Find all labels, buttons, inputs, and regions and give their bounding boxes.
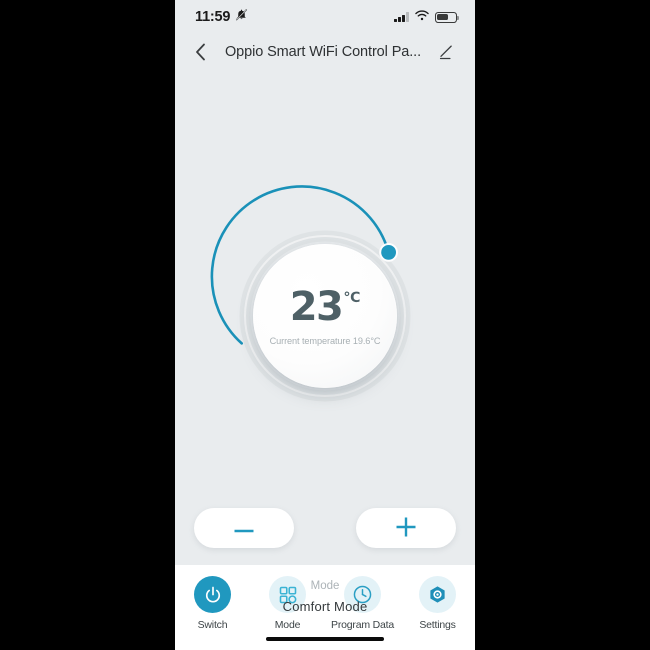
mode-label: Mode: [310, 580, 340, 592]
pencil-edit-icon: [439, 44, 452, 59]
mode-value[interactable]: Comfort Mode: [175, 599, 475, 614]
plus-icon: [395, 516, 417, 541]
target-temperature-unit: ℃: [343, 288, 361, 305]
temperature-stepper: [175, 508, 475, 548]
cellular-signal-icon: [394, 12, 409, 22]
target-temperature-value: 23: [289, 283, 344, 330]
tab-label-mode: Mode: [274, 619, 301, 631]
bell-slash-icon: [235, 8, 248, 26]
decrease-temperature-button[interactable]: [194, 508, 294, 548]
temperature-dial[interactable]: 23 ℃ Current temperature 19.6°C: [210, 185, 423, 414]
status-bar-clock: 11:59: [195, 9, 231, 25]
edit-button[interactable]: [433, 39, 459, 65]
home-indicator-bar[interactable]: [266, 637, 384, 641]
status-bar: 11:59: [175, 0, 475, 34]
page-title: Oppio Smart WiFi Control Pa...: [224, 44, 422, 60]
back-button[interactable]: [187, 39, 213, 65]
wifi-icon: [415, 8, 429, 26]
dial-knob-handle[interactable]: [379, 243, 398, 262]
status-bar-right: [394, 8, 459, 26]
header-bar: Oppio Smart WiFi Control Pa...: [175, 34, 475, 70]
target-temperature-display: 23 ℃: [290, 287, 361, 327]
screenshot-frame: 11:59 Oppio Smart WiFi Control Pa... 23 …: [0, 0, 650, 650]
tab-label-settings: Settings: [419, 619, 456, 631]
battery-icon: [435, 11, 459, 23]
minus-icon: [233, 521, 255, 536]
increase-temperature-button[interactable]: [356, 508, 456, 548]
status-bar-left: 11:59: [195, 8, 248, 26]
tab-label-program-data: Program Data: [331, 619, 394, 631]
main-content: 23 ℃ Current temperature 19.6°C Mode Com…: [175, 70, 475, 614]
current-temperature-text: Current temperature 19.6°C: [269, 335, 381, 346]
tab-label-switch: Switch: [197, 619, 228, 631]
phone-screen: 11:59 Oppio Smart WiFi Control Pa... 23 …: [175, 0, 475, 650]
dial-center-face: 23 ℃ Current temperature 19.6°C: [253, 244, 397, 388]
